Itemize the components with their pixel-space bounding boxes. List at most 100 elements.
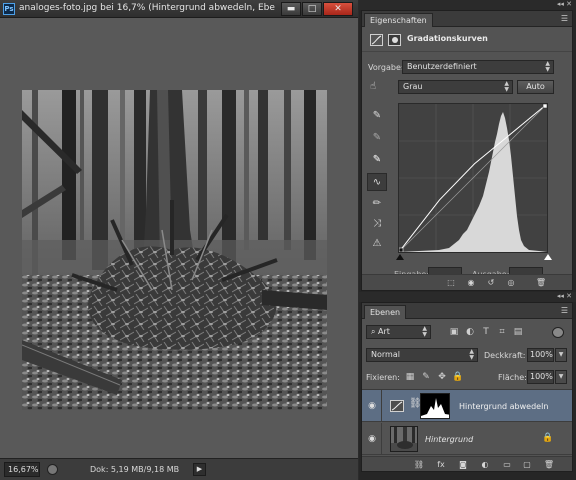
clip-to-layer-icon[interactable]: ⬚: [444, 277, 458, 289]
layer-mask-icon[interactable]: [388, 34, 401, 46]
minimize-button[interactable]: ▬: [281, 2, 301, 16]
properties-footer: ⬚ ◉ ↺ ◎ 🗑: [362, 274, 572, 290]
eye-separator: [381, 390, 382, 422]
layers-footer: ⛓ fx ◙ ◐ ▭ ▢ 🗑: [362, 456, 572, 471]
fx-layer-style-icon[interactable]: fx: [434, 459, 448, 471]
filter-smartobject-icon[interactable]: ▤: [512, 327, 524, 338]
curves-adjustment-icon[interactable]: [370, 34, 383, 46]
gray-eyedropper-icon[interactable]: ✎: [367, 129, 387, 147]
filter-type-icon[interactable]: T: [480, 327, 492, 338]
updown-arrows-icon: ▲ ▼: [504, 80, 509, 93]
visibility-eye-icon[interactable]: ◎: [504, 277, 518, 289]
kind-value: Art: [378, 327, 390, 336]
lock-label: Fixieren:: [366, 373, 400, 382]
filter-shape-icon[interactable]: ⌗: [496, 327, 508, 338]
opacity-input[interactable]: 100%: [527, 348, 554, 362]
status-info-icon[interactable]: [47, 464, 58, 475]
forest-photo-image: [22, 90, 327, 410]
layer-mask-thumbnail[interactable]: [420, 393, 450, 419]
filter-pixel-icon[interactable]: ▣: [448, 327, 460, 338]
new-group-folder-icon[interactable]: ▭: [500, 459, 514, 471]
view-previous-icon[interactable]: ◉: [464, 277, 478, 289]
fill-input[interactable]: 100%: [527, 370, 554, 384]
updown-arrows-icon: ▲ ▼: [422, 325, 427, 338]
status-bar: 16,67% Dok: 5,19 MB/9,18 MB ▶: [0, 458, 358, 480]
properties-tab-row: Eigenschaften ☰: [362, 11, 572, 27]
visibility-eye-icon[interactable]: ◉: [366, 400, 378, 412]
layer-name: Hintergrund abwedeln: [459, 402, 549, 411]
curve-endpoint-white: [542, 103, 548, 109]
properties-header: Gradationskurven: [362, 28, 572, 52]
new-adjustment-layer-icon[interactable]: ◐: [478, 459, 492, 471]
link-layers-icon[interactable]: ⛓: [412, 459, 426, 471]
close-button[interactable]: ✕: [323, 2, 353, 16]
lock-position-icon[interactable]: ✥: [436, 371, 448, 383]
blend-mode-select[interactable]: Normal ▲ ▼: [366, 348, 478, 362]
lock-transparent-icon[interactable]: ▦: [404, 371, 416, 383]
white-point-slider[interactable]: [544, 254, 552, 260]
document-title: analoges-foto.jpg bei 16,7% (Hintergrund…: [19, 3, 275, 13]
preset-label: Vorgabe:: [368, 63, 404, 72]
tab-layers[interactable]: Ebenen: [364, 305, 407, 319]
new-layer-icon[interactable]: ▢: [520, 459, 534, 471]
pencil-icon[interactable]: ✏: [367, 195, 387, 213]
panel-menu-icon[interactable]: ☰: [561, 306, 568, 315]
filter-toggle-icon[interactable]: [552, 327, 564, 338]
add-mask-icon[interactable]: ◙: [456, 459, 470, 471]
panel-collapse-bar[interactable]: ◂◂ ✕: [359, 0, 576, 10]
status-menu-arrow-icon[interactable]: ▶: [193, 463, 206, 476]
blend-mode-value: Normal: [371, 350, 400, 359]
canvas-area[interactable]: [0, 18, 358, 458]
layer-name: Hintergrund: [425, 435, 474, 444]
updown-arrows-icon: ▲ ▼: [545, 60, 550, 73]
channel-value: Grau: [403, 82, 423, 91]
properties-panel: Eigenschaften ☰ Gradationskurven Vorgabe…: [361, 10, 573, 291]
delete-trash-icon[interactable]: 🗑: [534, 277, 548, 289]
auto-button[interactable]: Auto: [517, 80, 554, 94]
black-eyedropper-icon[interactable]: ✎: [367, 107, 387, 125]
maximize-button[interactable]: □: [302, 2, 322, 16]
preset-select[interactable]: Benutzerdefiniert ▲ ▼: [402, 60, 554, 74]
curve-edit-icon[interactable]: ∿: [367, 173, 387, 191]
hand-adjust-icon[interactable]: ☝: [370, 81, 384, 93]
zoom-field[interactable]: 16,67%: [4, 462, 40, 477]
document-title-bar[interactable]: Ps analoges-foto.jpg bei 16,7% (Hintergr…: [0, 0, 358, 18]
opacity-dropdown-icon[interactable]: ▼: [555, 348, 567, 362]
fill-dropdown-icon[interactable]: ▼: [555, 370, 567, 384]
layer-image-thumbnail[interactable]: [390, 426, 418, 452]
lock-icon: 🔒: [542, 433, 554, 443]
curves-graph-svg: [398, 103, 548, 253]
properties-title: Gradationskurven: [407, 34, 488, 43]
layer-row[interactable]: ◉ Hintergrund 🔒: [362, 423, 572, 455]
visibility-eye-icon[interactable]: ◉: [366, 433, 378, 445]
layer-row[interactable]: ◉ ⛓ Hintergrund abwedeln: [362, 390, 572, 422]
lock-all-icon[interactable]: 🔒: [452, 371, 464, 383]
curves-adjustment-icon[interactable]: [390, 400, 404, 412]
tab-properties[interactable]: Eigenschaften: [364, 13, 433, 27]
forest-photo[interactable]: [22, 90, 327, 410]
channel-select[interactable]: Grau ▲ ▼: [398, 80, 513, 94]
document-size: Dok: 5,19 MB/9,18 MB: [90, 465, 180, 474]
black-point-slider[interactable]: [396, 254, 404, 260]
white-eyedropper-icon[interactable]: ✎: [367, 151, 387, 169]
filter-adjustment-icon[interactable]: ◐: [464, 327, 476, 338]
photoshop-logo-icon: Ps: [3, 3, 15, 15]
curve-endpoint-black: [398, 247, 404, 253]
panel-menu-icon[interactable]: ☰: [561, 14, 568, 23]
layers-panel: Ebenen ☰ ⌕ Art ▲ ▼ ▣ ◐ T ⌗ ▤ Normal ▲ ▼ De…: [361, 302, 573, 472]
smooth-icon[interactable]: ⤨: [367, 215, 387, 233]
delete-trash-icon[interactable]: 🗑: [542, 459, 556, 471]
reset-icon[interactable]: ↺: [484, 277, 498, 289]
layer-filter-kind-select[interactable]: ⌕ Art ▲ ▼: [366, 325, 431, 339]
curves-graph[interactable]: [398, 103, 548, 253]
layer-list: ◉ ⛓ Hintergrund abwedeln ◉ Hintergrund 🔒: [362, 389, 572, 455]
panel-column: ◂◂ ✕ Eigenschaften ☰ Gradationskurven Vo…: [359, 0, 576, 480]
lock-image-icon[interactable]: ✎: [420, 371, 432, 383]
document-window: Ps analoges-foto.jpg bei 16,7% (Hintergr…: [0, 0, 358, 480]
fill-label: Fläche:: [498, 373, 527, 382]
search-icon: ⌕: [371, 327, 379, 336]
opacity-label: Deckkraft:: [484, 351, 526, 360]
layers-tab-row: Ebenen ☰: [362, 303, 572, 319]
clipping-warning-icon[interactable]: ⚠: [367, 235, 387, 253]
panel-collapse-bar-2[interactable]: ◂◂ ✕: [359, 292, 576, 302]
